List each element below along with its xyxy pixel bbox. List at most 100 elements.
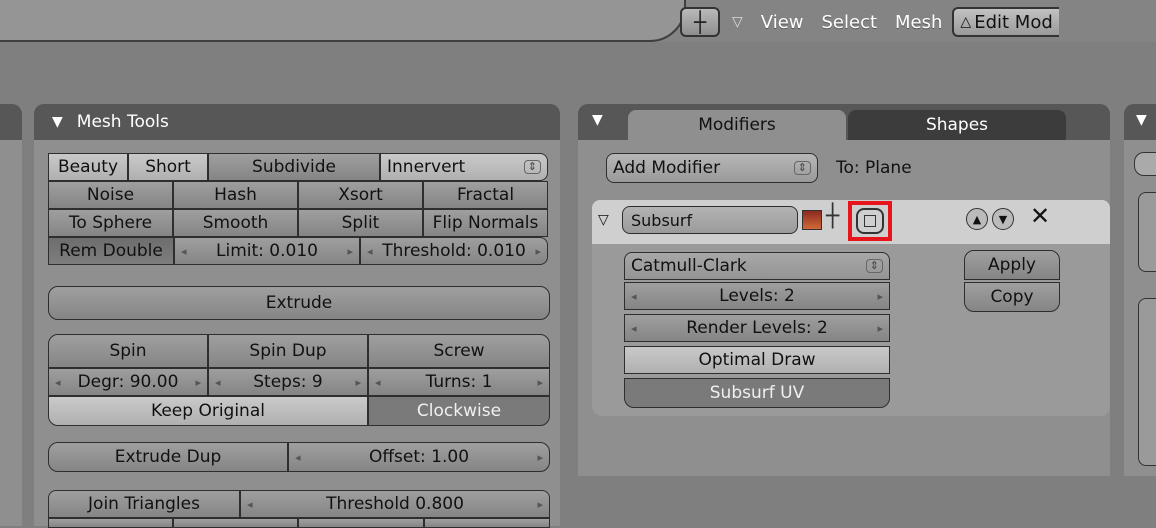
decrement-arrow-icon[interactable]: ◂ [295, 451, 301, 464]
subdivision-type-dropdown[interactable]: Catmull-Clark ⇕ [624, 252, 890, 280]
clockwise-toggle[interactable]: Clockwise [368, 396, 550, 426]
right-panel-header: ▼ [1124, 104, 1156, 140]
tab-shapes[interactable]: Shapes [848, 110, 1066, 140]
expand-triangle-icon[interactable]: ▽ [598, 212, 609, 228]
sphere-row: To Sphere Smooth Split Flip Normals [48, 209, 548, 237]
decrement-arrow-icon[interactable]: ◂ [631, 290, 637, 303]
mode-selector[interactable]: △ Edit Mod [952, 7, 1059, 37]
noise-button[interactable]: Noise [48, 181, 173, 209]
tab-modifiers-label: Modifiers [698, 115, 776, 135]
increment-arrow-icon[interactable]: ▸ [537, 376, 543, 389]
modifier-name-field[interactable]: Subsurf [622, 206, 798, 234]
decrement-arrow-icon[interactable]: ◂ [375, 376, 381, 389]
fractal-button[interactable]: Fractal [423, 181, 548, 209]
steps-field[interactable]: ◂ Steps: 9 ▸ [208, 368, 368, 396]
partial-button[interactable] [298, 518, 424, 528]
keep-original-toggle[interactable]: Keep Original [48, 396, 368, 426]
collapse-triangle-icon[interactable]: ▼ [1136, 112, 1147, 128]
offset-field[interactable]: ◂ Offset: 1.00 ▸ [288, 442, 550, 472]
increment-arrow-icon[interactable]: ▸ [537, 451, 543, 464]
smooth-button[interactable]: Smooth [173, 209, 298, 237]
join-threshold-value: Threshold 0.800 [326, 494, 464, 514]
menu-mesh[interactable]: Mesh [895, 12, 942, 33]
increment-arrow-icon[interactable]: ▸ [535, 245, 541, 258]
optimal-draw-toggle[interactable]: Optimal Draw [624, 346, 890, 374]
levels-field[interactable]: ◂ Levels: 2 ▸ [624, 282, 890, 310]
increment-arrow-icon[interactable]: ▸ [877, 290, 883, 303]
increment-arrow-icon[interactable]: ▸ [355, 376, 361, 389]
turns-value: Turns: 1 [425, 372, 493, 392]
turns-field[interactable]: ◂ Turns: 1 ▸ [368, 368, 550, 396]
hash-button[interactable]: Hash [173, 181, 298, 209]
limit-field[interactable]: ◂ Limit: 0.010 ▸ [174, 237, 360, 265]
tab-modifiers[interactable]: Modifiers [628, 110, 846, 140]
subsurf-uv-toggle[interactable]: Subsurf UV [624, 378, 890, 408]
spin-params-row: ◂ Degr: 90.00 ▸ ◂ Steps: 9 ▸ ◂ Turns: 1 … [48, 368, 550, 396]
spin-dup-button[interactable]: Spin Dup [208, 334, 368, 368]
cage-square-icon [864, 215, 876, 227]
move-down-icon[interactable]: ▼ [992, 208, 1014, 230]
short-toggle[interactable]: Short [128, 153, 208, 181]
decrement-arrow-icon[interactable]: ◂ [55, 376, 61, 389]
move-up-icon[interactable]: ▲ [966, 208, 988, 230]
innervert-dropdown[interactable]: Innervert ⇕ [380, 153, 548, 181]
partial-button[interactable] [48, 518, 173, 528]
increment-arrow-icon[interactable]: ▸ [877, 322, 883, 335]
partial-button[interactable] [173, 518, 298, 528]
degrees-field[interactable]: ◂ Degr: 90.00 ▸ [48, 368, 208, 396]
cage-toggle-icon[interactable] [856, 208, 884, 234]
tab-shapes-label: Shapes [925, 115, 989, 135]
subdivide-row: Beauty Short Subdivide Innervert ⇕ [48, 153, 548, 181]
degrees-value: Degr: 90.00 [77, 372, 179, 392]
offset-value: Offset: 1.00 [368, 447, 470, 467]
partial-control-group[interactable] [1138, 298, 1156, 466]
dropdown-arrow-icon[interactable]: ▽ [732, 14, 743, 30]
decrement-arrow-icon[interactable]: ◂ [631, 322, 637, 335]
increment-arrow-icon[interactable]: ▸ [347, 245, 353, 258]
beauty-toggle[interactable]: Beauty [48, 153, 128, 181]
split-button[interactable]: Split [298, 209, 423, 237]
apply-button[interactable]: Apply [964, 250, 1060, 280]
decrement-arrow-icon[interactable]: ◂ [367, 245, 373, 258]
delete-modifier-icon[interactable]: ✕ [1030, 202, 1050, 230]
increment-arrow-icon[interactable]: ▸ [195, 376, 201, 389]
copy-button[interactable]: Copy [964, 282, 1060, 312]
collapse-triangle-icon[interactable]: ▼ [52, 114, 63, 130]
spin-button[interactable]: Spin [48, 334, 208, 368]
add-modifier-dropdown[interactable]: Add Modifier ⇕ [606, 153, 818, 183]
partial-dropdown[interactable] [1134, 152, 1156, 176]
updown-arrows-icon: ⇕ [793, 161, 811, 175]
flip-normals-button[interactable]: Flip Normals [423, 209, 548, 237]
bottom-row-partial [48, 518, 550, 528]
render-toggle-icon[interactable] [802, 210, 822, 230]
join-threshold-field[interactable]: ◂ Threshold 0.800 ▸ [240, 490, 550, 518]
render-levels-field[interactable]: ◂ Render Levels: 2 ▸ [624, 314, 890, 342]
crosshair-icon[interactable]: ┼ [680, 7, 720, 37]
subdivide-button[interactable]: Subdivide [208, 153, 380, 181]
join-triangles-button[interactable]: Join Triangles [48, 490, 240, 518]
rem-double-button[interactable]: Rem Double [48, 237, 174, 265]
xsort-button[interactable]: Xsort [298, 181, 423, 209]
increment-arrow-icon[interactable]: ▸ [537, 498, 543, 511]
spin-row: Spin Spin Dup Screw [48, 334, 550, 368]
mesh-tools-header[interactable]: ▼ Mesh Tools [34, 104, 560, 140]
partial-control-group[interactable] [1138, 192, 1156, 272]
collapse-triangle-icon[interactable]: ▼ [592, 112, 603, 128]
menu-select[interactable]: Select [822, 12, 878, 33]
levels-value: Levels: 2 [719, 286, 795, 306]
menu-view[interactable]: View [761, 12, 804, 33]
screw-button[interactable]: Screw [368, 334, 550, 368]
extrude-row: Extrude [48, 286, 550, 320]
decrement-arrow-icon[interactable]: ◂ [181, 245, 187, 258]
updown-arrows-icon: ⇕ [523, 160, 541, 174]
to-sphere-button[interactable]: To Sphere [48, 209, 173, 237]
editmode-toggle-icon[interactable]: ┼ [826, 204, 839, 229]
partial-button[interactable] [424, 518, 550, 528]
decrement-arrow-icon[interactable]: ◂ [215, 376, 221, 389]
extrude-button[interactable]: Extrude [48, 286, 550, 320]
threshold-field[interactable]: ◂ Threshold: 0.010 ▸ [360, 237, 548, 265]
decrement-arrow-icon[interactable]: ◂ [247, 498, 253, 511]
limit-value: Limit: 0.010 [216, 241, 318, 261]
extrude-dup-button[interactable]: Extrude Dup [48, 442, 288, 472]
target-label: To: Plane [836, 158, 912, 178]
